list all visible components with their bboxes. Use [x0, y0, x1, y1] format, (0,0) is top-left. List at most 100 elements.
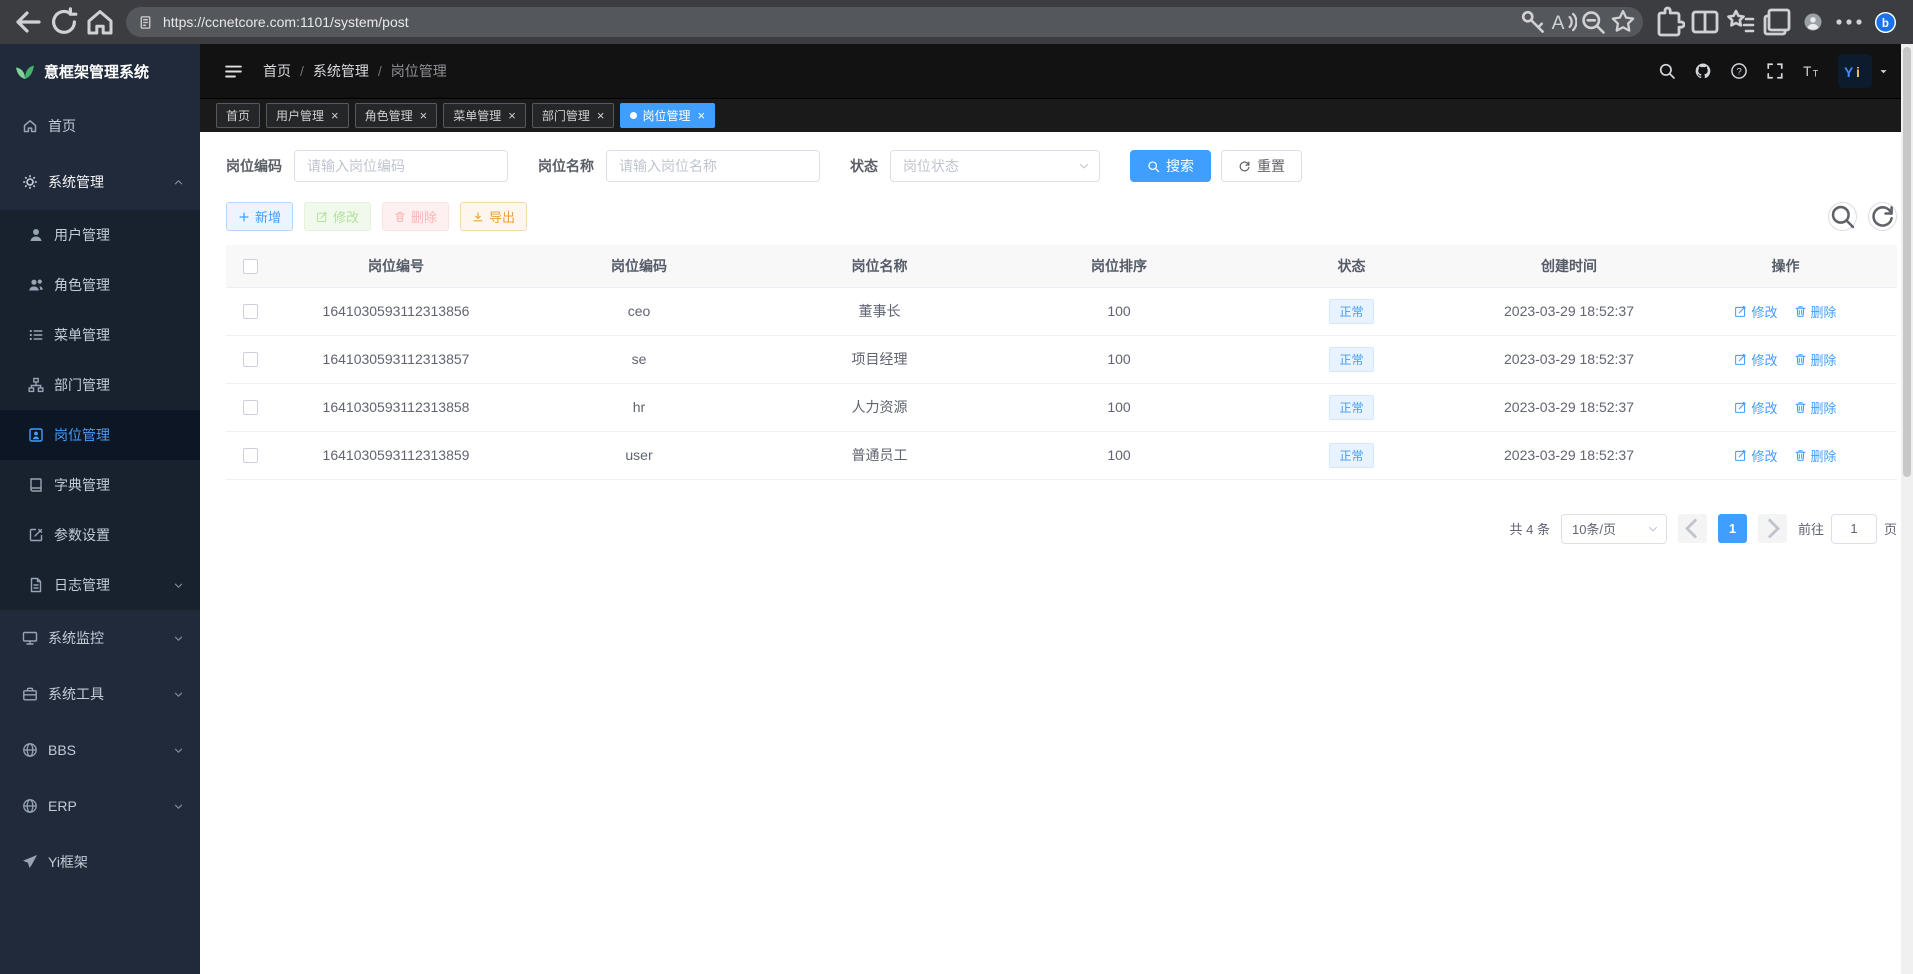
prev-page-button[interactable] — [1678, 514, 1707, 543]
svg-text:T: T — [1813, 69, 1819, 79]
cell-name: 项目经理 — [760, 335, 999, 383]
favorite-star-button[interactable] — [1609, 8, 1637, 36]
menu-label: 参数设置 — [54, 525, 184, 545]
sidebar-item-dict-admin[interactable]: 字典管理 — [0, 460, 200, 510]
profile-button[interactable] — [1797, 6, 1829, 38]
sidebar-item-system-tools[interactable]: 系统工具 — [0, 666, 200, 722]
next-page-button[interactable] — [1758, 514, 1787, 543]
zoom-button[interactable] — [1579, 8, 1607, 36]
caret-down-icon — [1878, 66, 1889, 77]
row-delete-button[interactable]: 删除 — [1794, 302, 1837, 321]
address-bar-actions: A — [1519, 8, 1637, 36]
row-delete-button[interactable]: 删除 — [1794, 398, 1837, 417]
svg-text:A: A — [1552, 13, 1565, 34]
back-button[interactable] — [12, 6, 44, 38]
reset-button[interactable]: 重置 — [1221, 150, 1302, 182]
globe-icon — [22, 798, 38, 814]
user-menu[interactable]: Yi — [1838, 54, 1889, 88]
sidebar-item-yi-framework[interactable]: Yi框架 — [0, 834, 200, 890]
tab-post-admin[interactable]: 岗位管理× — [620, 103, 715, 128]
address-bar[interactable]: https://ccnetcore.com:1101/system/post A — [126, 7, 1643, 37]
sidebar-item-menu-admin[interactable]: 菜单管理 — [0, 310, 200, 360]
read-aloud-button[interactable]: A — [1549, 8, 1577, 36]
sidebar-toggle-button[interactable] — [224, 62, 243, 81]
extensions-button[interactable] — [1653, 6, 1685, 38]
delete-button[interactable]: 删除 — [382, 202, 449, 231]
trash-icon — [1794, 449, 1807, 462]
sidebar-item-role-admin[interactable]: 角色管理 — [0, 260, 200, 310]
page-size-select[interactable]: 10条/页 — [1561, 514, 1667, 544]
github-button[interactable] — [1694, 62, 1712, 80]
toggle-search-button[interactable] — [1828, 202, 1857, 231]
tabs-bar: 首页用户管理×角色管理×菜单管理×部门管理×岗位管理× — [200, 98, 1913, 132]
badge-icon — [28, 427, 44, 443]
sidebar-item-erp[interactable]: ERP — [0, 778, 200, 834]
row-edit-button[interactable]: 修改 — [1734, 350, 1777, 369]
sidebar-item-user-admin[interactable]: 用户管理 — [0, 210, 200, 260]
select-all-checkbox[interactable] — [243, 259, 258, 274]
status-select[interactable]: 岗位状态 — [890, 150, 1100, 182]
sidebar-item-home[interactable]: 首页 — [0, 98, 200, 154]
sidebar-item-post-admin[interactable]: 岗位管理 — [0, 410, 200, 460]
scrollbar-thumb[interactable] — [1903, 47, 1911, 477]
tab-home[interactable]: 首页 — [216, 103, 260, 128]
sidebar-item-param-settings[interactable]: 参数设置 — [0, 510, 200, 560]
tab-close-icon[interactable]: × — [331, 109, 339, 122]
export-button[interactable]: 导出 — [460, 202, 527, 231]
cell-status: 正常 — [1239, 335, 1464, 383]
add-button[interactable]: 新增 — [226, 202, 293, 231]
goto-page-input[interactable] — [1831, 514, 1877, 544]
split-screen-button[interactable] — [1689, 6, 1721, 38]
cell-post-id: 1641030593112313857 — [274, 335, 518, 383]
refresh-table-button[interactable] — [1868, 202, 1897, 231]
tab-role-admin[interactable]: 角色管理× — [355, 103, 438, 128]
tab-menu-admin[interactable]: 菜单管理× — [443, 103, 526, 128]
sidebar-item-system-monitor[interactable]: 系统监控 — [0, 610, 200, 666]
page-1-button[interactable]: 1 — [1718, 514, 1747, 543]
row-checkbox[interactable] — [243, 400, 258, 415]
tab-close-icon[interactable]: × — [597, 109, 605, 122]
reload-button[interactable] — [48, 6, 80, 38]
key-button[interactable] — [1519, 8, 1547, 36]
breadcrumb-item[interactable]: 系统管理 — [313, 61, 369, 81]
row-delete-button[interactable]: 删除 — [1794, 446, 1837, 465]
help-button[interactable]: ? — [1730, 62, 1748, 80]
sidebar-item-dept-admin[interactable]: 部门管理 — [0, 360, 200, 410]
favorites-bar-button[interactable] — [1725, 6, 1757, 38]
page-size-value: 10条/页 — [1572, 519, 1616, 538]
tab-dept-admin[interactable]: 部门管理× — [532, 103, 615, 128]
row-edit-button[interactable]: 修改 — [1734, 302, 1777, 321]
home-button[interactable] — [84, 6, 116, 38]
row-checkbox[interactable] — [243, 352, 258, 367]
more-button[interactable] — [1833, 6, 1865, 38]
row-edit-button[interactable]: 修改 — [1734, 446, 1777, 465]
search-button[interactable]: 搜索 — [1130, 150, 1211, 182]
tab-close-icon[interactable]: × — [697, 109, 705, 122]
copilot-button[interactable]: b — [1869, 6, 1901, 38]
browser-scrollbar[interactable] — [1901, 44, 1913, 974]
chevron-down-icon — [173, 633, 184, 644]
sidebar-item-system-admin[interactable]: 系统管理 — [0, 154, 200, 210]
tab-close-icon[interactable]: × — [508, 109, 516, 122]
fullscreen-button[interactable] — [1766, 62, 1784, 80]
sidebar-item-bbs[interactable]: BBS — [0, 722, 200, 778]
row-checkbox[interactable] — [243, 448, 258, 463]
row-delete-button[interactable]: 删除 — [1794, 350, 1837, 369]
collections-button[interactable] — [1761, 6, 1793, 38]
row-checkbox[interactable] — [243, 304, 258, 319]
search-button[interactable] — [1658, 62, 1676, 80]
add-button-label: 新增 — [255, 207, 281, 226]
row-edit-button[interactable]: 修改 — [1734, 398, 1777, 417]
tab-user-admin[interactable]: 用户管理× — [266, 103, 349, 128]
menu-label: 用户管理 — [54, 225, 184, 245]
sidebar-item-log-admin[interactable]: 日志管理 — [0, 560, 200, 610]
post-name-input[interactable] — [606, 150, 820, 182]
menu-label: 字典管理 — [54, 475, 184, 495]
edit-button[interactable]: 修改 — [304, 202, 371, 231]
site-info-icon[interactable] — [138, 15, 153, 30]
breadcrumb-item[interactable]: 首页 — [263, 61, 291, 81]
url-text[interactable]: https://ccnetcore.com:1101/system/post — [163, 14, 1519, 30]
font-size-button[interactable]: TT — [1802, 62, 1820, 80]
post-code-input[interactable] — [294, 150, 508, 182]
tab-close-icon[interactable]: × — [420, 109, 428, 122]
